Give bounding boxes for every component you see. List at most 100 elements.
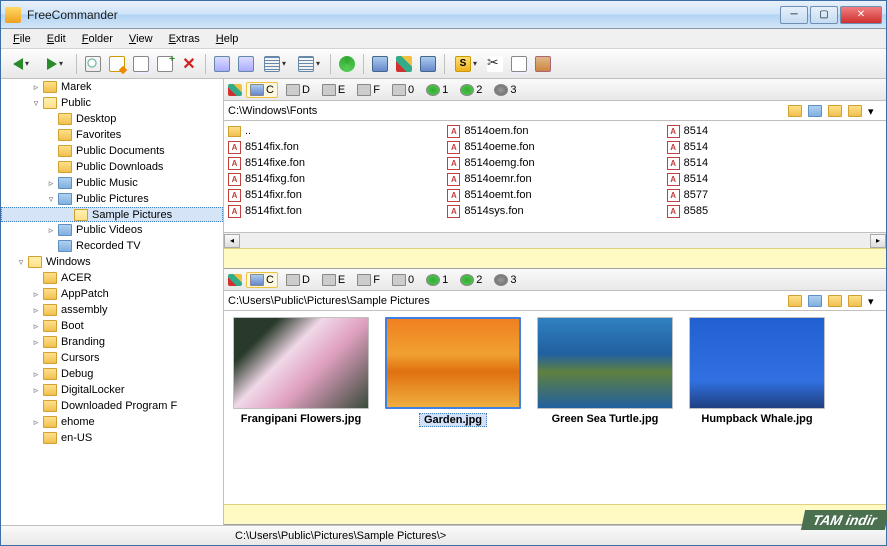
path-menu-icon[interactable]: ▾ [868,105,882,117]
tree-node[interactable]: ▹AppPatch [1,286,223,302]
tree-node[interactable]: Public Documents [1,143,223,159]
drive-E[interactable]: E [318,272,349,288]
expander-icon[interactable]: ▿ [16,257,26,268]
path-fav-icon[interactable] [828,295,842,307]
expander-icon[interactable]: ▹ [31,337,41,348]
path-history-icon[interactable] [808,105,822,117]
file-item[interactable]: .. [226,123,445,139]
menu-view[interactable]: View [121,31,161,47]
tree-node[interactable]: ▹assembly [1,302,223,318]
refresh-button[interactable] [336,53,358,75]
thumbnail[interactable]: Humpback Whale.jpg [686,317,828,498]
tree-node[interactable]: Cursors [1,350,223,366]
search-button[interactable] [82,53,104,75]
drive-D[interactable]: D [282,272,314,288]
thumbnail-view[interactable]: Frangipani Flowers.jpgGarden.jpgGreen Se… [224,311,886,504]
menu-edit[interactable]: Edit [39,31,74,47]
top-hscroll[interactable]: ◂ ▸ [224,232,886,248]
thumbnail[interactable]: Green Sea Turtle.jpg [534,317,676,498]
folder-tree[interactable]: ▹Marek▿PublicDesktopFavoritesPublic Docu… [1,79,224,525]
file-item[interactable]: A8514fixg.fon [226,171,445,187]
file-item[interactable]: A8514 [665,171,884,187]
path-folder-icon[interactable] [788,105,802,117]
file-item[interactable]: A8514 [665,155,884,171]
file-item[interactable]: A8585 [665,203,884,219]
list-button[interactable] [259,53,291,75]
file-item[interactable]: A8514 [665,123,884,139]
path-history-icon[interactable] [808,295,822,307]
paste-button[interactable] [532,53,554,75]
copy-button[interactable] [130,53,152,75]
split-view-button[interactable] [235,53,257,75]
back-button[interactable] [5,53,37,75]
tree-node[interactable]: ▹Public Videos [1,222,223,238]
tool1-button[interactable] [369,53,391,75]
tree-node[interactable]: ▿Windows [1,254,223,270]
expander-icon[interactable]: ▹ [46,225,56,236]
file-item[interactable]: A8514oemg.fon [445,155,664,171]
expander-icon[interactable]: ▹ [31,417,41,428]
new-button[interactable] [154,53,176,75]
drive-1[interactable]: 1 [422,272,452,288]
menu-help[interactable]: Help [208,31,247,47]
top-file-list[interactable]: ..A8514fix.fonA8514fixe.fonA8514fixg.fon… [224,121,886,232]
delete-button[interactable]: ✕ [178,53,200,75]
expander-icon[interactable]: ▹ [46,178,56,189]
path-folder-icon[interactable] [788,295,802,307]
path-menu-icon[interactable]: ▾ [868,295,882,307]
tree-node[interactable]: ▹Marek [1,79,223,95]
tree-node[interactable]: ▿Public [1,95,223,111]
drive-F[interactable]: F [353,272,384,288]
tree-node[interactable]: ▹Public Music [1,175,223,191]
drive-F[interactable]: F [353,82,384,98]
file-item[interactable]: A8577 [665,187,884,203]
drive-0[interactable]: 0 [388,82,418,98]
tree-node[interactable]: ▹DigitalLocker [1,382,223,398]
expander-icon[interactable]: ▿ [46,194,56,205]
tree-node[interactable]: Desktop [1,111,223,127]
cut-button[interactable] [484,53,506,75]
expander-icon[interactable]: ▹ [31,305,41,316]
drive-E[interactable]: E [318,82,349,98]
scroll-left-button[interactable]: ◂ [224,234,240,248]
tree-node[interactable]: Favorites [1,127,223,143]
path-fav2-icon[interactable] [848,295,862,307]
file-item[interactable]: A8514fixt.fon [226,203,445,219]
favorites-button[interactable]: S [450,53,482,75]
drive-C[interactable]: C [246,82,278,98]
drive-3[interactable]: 3 [490,272,520,288]
file-item[interactable]: A8514fixe.fon [226,155,445,171]
file-item[interactable]: A8514oemt.fon [445,187,664,203]
tool3-button[interactable] [417,53,439,75]
tree-node[interactable]: Sample Pictures [1,207,223,222]
expander-icon[interactable]: ▹ [31,289,41,300]
file-item[interactable]: A8514 [665,139,884,155]
scroll-right-button[interactable]: ▸ [870,234,886,248]
path-fav2-icon[interactable] [848,105,862,117]
tool2-button[interactable] [393,53,415,75]
tree-node[interactable]: Recorded TV [1,238,223,254]
expander-icon[interactable]: ▹ [31,321,41,332]
file-item[interactable]: A8514oemr.fon [445,171,664,187]
drive-D[interactable]: D [282,82,314,98]
tree-node[interactable]: ▿Public Pictures [1,191,223,207]
tree-node[interactable]: ▹ehome [1,414,223,430]
drive-1[interactable]: 1 [422,82,452,98]
tree-view-button[interactable] [211,53,233,75]
expander-icon[interactable]: ▿ [31,98,41,109]
path-fav-icon[interactable] [828,105,842,117]
tree-node[interactable]: ▹Boot [1,318,223,334]
drive-0[interactable]: 0 [388,272,418,288]
file-item[interactable]: A8514fix.fon [226,139,445,155]
maximize-button[interactable]: ▢ [810,6,838,24]
drive-C[interactable]: C [246,272,278,288]
expander-icon[interactable]: ▹ [31,385,41,396]
tree-node[interactable]: ACER [1,270,223,286]
menu-extras[interactable]: Extras [161,31,208,47]
forward-button[interactable] [39,53,71,75]
file-item[interactable]: A8514oeme.fon [445,139,664,155]
tree-node[interactable]: Public Downloads [1,159,223,175]
drive-3[interactable]: 3 [490,82,520,98]
close-button[interactable]: ✕ [840,6,882,24]
expander-icon[interactable]: ▹ [31,369,41,380]
